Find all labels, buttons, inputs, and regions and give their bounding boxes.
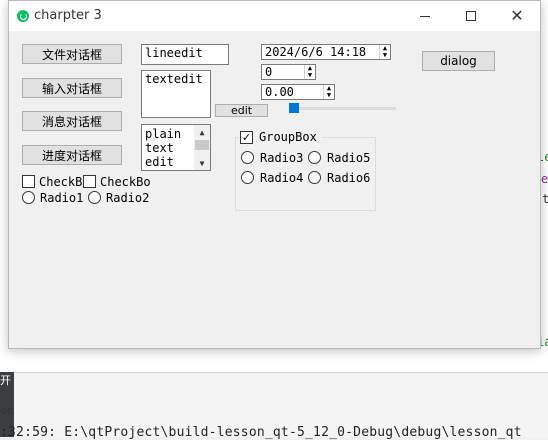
checkbox-2[interactable] bbox=[83, 175, 96, 188]
radio-1-label: Radio1 bbox=[40, 191, 84, 205]
radio-6[interactable] bbox=[308, 171, 321, 184]
slider-track[interactable] bbox=[289, 107, 396, 110]
radio-4-label: Radio4 bbox=[260, 171, 304, 185]
spin-down-icon[interactable]: ▼ bbox=[324, 92, 334, 99]
background-log-line: :32:59: E:\qtProject\build-lesson_qt-5_1… bbox=[0, 425, 522, 440]
background-code-fragment: e bbox=[541, 172, 548, 186]
radio-6-label: Radio6 bbox=[327, 171, 371, 185]
close-icon: ✕ bbox=[510, 6, 524, 25]
double-spinbox[interactable]: 0.00 ▲ ▼ bbox=[261, 84, 335, 100]
spinbox-value: 0 bbox=[265, 65, 273, 79]
progress-dialog-button[interactable]: 进度对话框 bbox=[22, 145, 122, 165]
scrollbar-thumb[interactable] bbox=[195, 140, 209, 150]
scroll-down-icon[interactable]: ▼ bbox=[194, 156, 210, 170]
radio-5-label: Radio5 bbox=[327, 151, 371, 165]
radio-4[interactable] bbox=[241, 171, 254, 184]
radio-1[interactable] bbox=[22, 191, 35, 204]
close-button[interactable]: ✕ bbox=[494, 1, 540, 31]
window-client-area: 文件对话框 输入对话框 消息对话框 进度对话框 CheckBo CheckBo … bbox=[9, 31, 540, 349]
spin-down-icon[interactable]: ▼ bbox=[305, 72, 315, 79]
input-dialog-button[interactable]: 输入对话框 bbox=[22, 78, 122, 98]
radio-3[interactable] bbox=[241, 151, 254, 164]
app-window: charpter 3 ✕ 文件对话框 输入对话框 消息对话框 进度对话框 Che… bbox=[8, 0, 541, 349]
message-dialog-button[interactable]: 消息对话框 bbox=[22, 111, 122, 131]
file-dialog-button[interactable]: 文件对话框 bbox=[22, 44, 122, 64]
datetime-edit[interactable]: 2024/6/6 14:18 ▲ ▼ bbox=[261, 44, 391, 60]
checkbox-2-label: CheckBo bbox=[100, 175, 151, 189]
datetime-value: 2024/6/6 14:18 bbox=[265, 45, 367, 59]
radio-5[interactable] bbox=[308, 151, 321, 164]
radio-3-label: Radio3 bbox=[260, 151, 304, 165]
datetime-spin-arrows[interactable]: ▲ ▼ bbox=[379, 45, 390, 59]
double-spinbox-spin-arrows[interactable]: ▲ ▼ bbox=[323, 85, 334, 99]
background-bar-glyph: es bbox=[0, 404, 13, 417]
edit-button[interactable]: edit bbox=[215, 104, 268, 117]
spin-down-icon[interactable]: ▼ bbox=[380, 52, 390, 59]
scroll-up-icon[interactable]: ▲ bbox=[194, 125, 210, 139]
checkmark-icon: ✓ bbox=[241, 131, 252, 144]
text-edit[interactable]: textedit bbox=[141, 70, 211, 118]
background-code-fragment: t bbox=[542, 192, 548, 206]
maximize-button[interactable] bbox=[448, 1, 494, 31]
checkbox-1[interactable] bbox=[22, 175, 35, 188]
groupbox-checkbox[interactable]: ✓ bbox=[240, 131, 253, 144]
checkbox-1-label: CheckBo bbox=[39, 175, 90, 189]
maximize-icon bbox=[466, 11, 476, 21]
background-bar-glyph: 开 bbox=[0, 374, 11, 387]
line-edit[interactable]: lineedit bbox=[141, 44, 229, 65]
title-bar[interactable]: charpter 3 ✕ bbox=[9, 1, 540, 31]
minimize-button[interactable] bbox=[402, 1, 448, 31]
spinbox-spin-arrows[interactable]: ▲ ▼ bbox=[304, 65, 315, 79]
plain-text-edit[interactable]: plain text edit ▲ ▼ bbox=[141, 124, 211, 171]
spinbox[interactable]: 0 ▲ ▼ bbox=[261, 64, 316, 80]
slider-handle[interactable] bbox=[289, 103, 299, 113]
groupbox-title: GroupBox bbox=[259, 130, 317, 144]
radio-2[interactable] bbox=[88, 191, 101, 204]
app-logo-icon bbox=[17, 10, 29, 22]
minimize-icon bbox=[420, 15, 430, 17]
dialog-button[interactable]: dialog bbox=[422, 51, 495, 71]
radio-2-label: Radio2 bbox=[106, 191, 150, 205]
double-spinbox-value: 0.00 bbox=[265, 85, 294, 99]
vertical-scrollbar[interactable]: ▲ ▼ bbox=[194, 125, 210, 170]
window-title: charpter 3 bbox=[34, 8, 102, 23]
